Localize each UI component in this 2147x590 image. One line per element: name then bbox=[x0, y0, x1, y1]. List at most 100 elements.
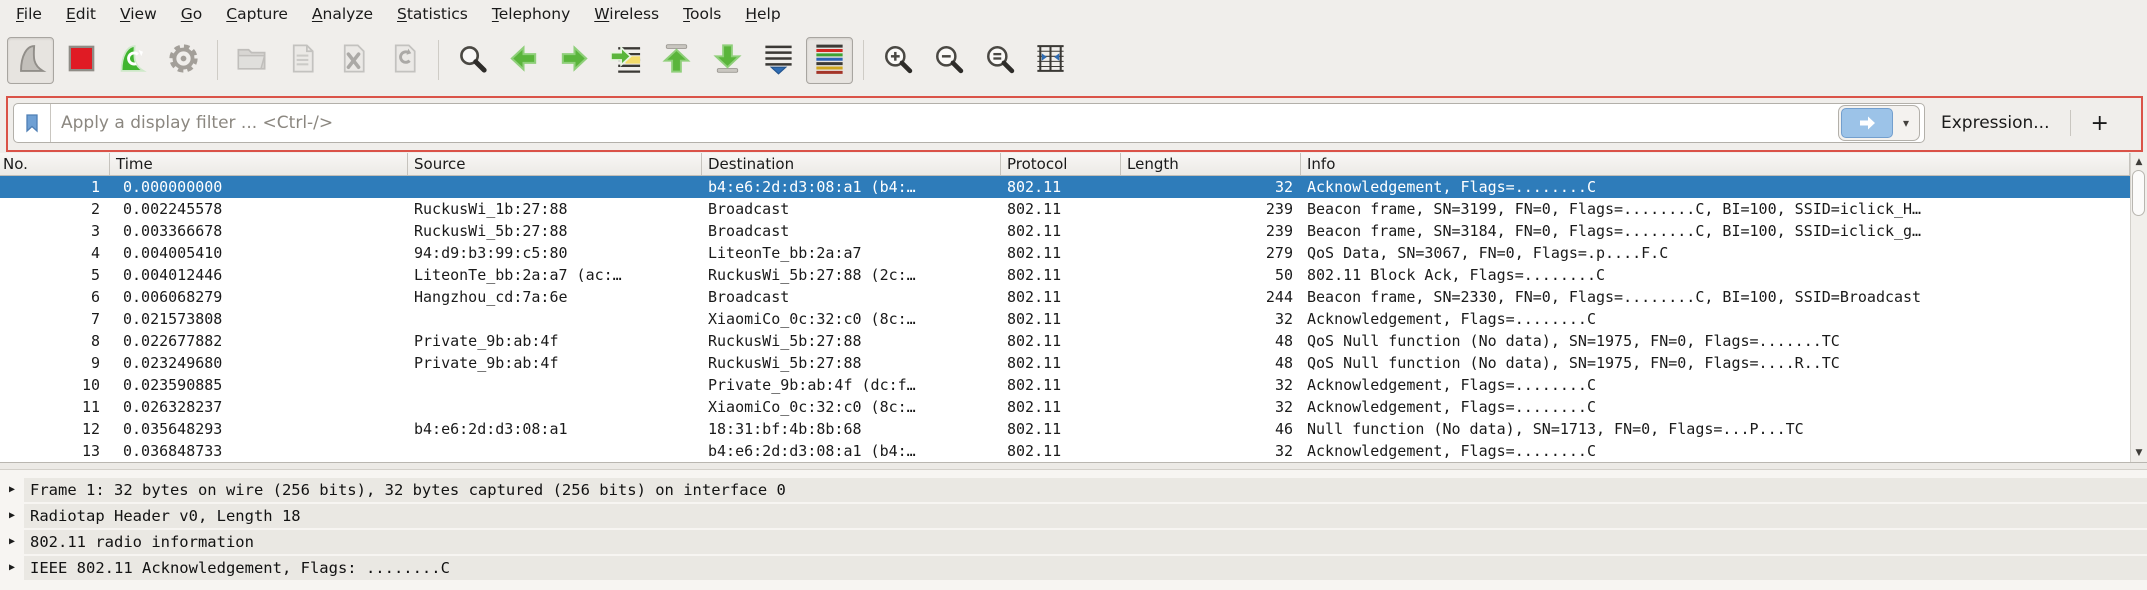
cell-no: 4 bbox=[0, 242, 110, 264]
filter-bookmark-icon[interactable] bbox=[14, 104, 51, 142]
column-header-source[interactable]: Source bbox=[408, 153, 702, 175]
scrollbar-down-arrow-icon[interactable]: ▼ bbox=[2131, 445, 2147, 461]
packet-row-3[interactable]: 30.003366678RuckusWi_5b:27:88Broadcast80… bbox=[0, 220, 2130, 242]
packet-row-13[interactable]: 130.036848733b4:e6:2d:d3:08:a1 (b4:…802.… bbox=[0, 440, 2130, 462]
menu-analyze[interactable]: Analyze bbox=[300, 3, 385, 25]
go-forward-button[interactable] bbox=[551, 37, 598, 84]
cell-source: Private_9b:ab:4f bbox=[408, 352, 702, 374]
colorize-packets-button[interactable] bbox=[806, 37, 853, 84]
menu-telephony[interactable]: Telephony bbox=[480, 3, 582, 25]
auto-scroll-button[interactable] bbox=[755, 37, 802, 84]
cell-destination: XiaomiCo_0c:32:c0 (8c:… bbox=[702, 308, 1001, 330]
detail-row[interactable]: ▶Radiotap Header v0, Length 18 bbox=[0, 504, 2147, 528]
filter-dropdown-caret-icon[interactable]: ▾ bbox=[1893, 116, 1919, 130]
reload-file-button bbox=[381, 37, 428, 84]
cell-no: 3 bbox=[0, 220, 110, 242]
zoom-original-button[interactable] bbox=[976, 37, 1023, 84]
column-header-destination[interactable]: Destination bbox=[702, 153, 1001, 175]
expression-button[interactable]: Expression... bbox=[1925, 113, 2070, 133]
go-to-packet-button[interactable] bbox=[602, 37, 649, 84]
cell-source: Hangzhou_cd:7a:6e bbox=[408, 286, 702, 308]
find-packet-button[interactable] bbox=[449, 37, 496, 84]
zoom-in-button[interactable] bbox=[874, 37, 921, 84]
cell-destination: b4:e6:2d:d3:08:a1 (b4:… bbox=[702, 176, 1001, 198]
packet-row-11[interactable]: 110.026328237XiaomiCo_0c:32:c0 (8c:…802.… bbox=[0, 396, 2130, 418]
column-header-info[interactable]: Info bbox=[1301, 153, 2130, 175]
cell-info: Beacon frame, SN=3184, FN=0, Flags=.....… bbox=[1301, 220, 2130, 242]
cell-protocol: 802.11 bbox=[1001, 176, 1121, 198]
go-back-button[interactable] bbox=[500, 37, 547, 84]
menu-capture[interactable]: Capture bbox=[214, 3, 300, 25]
cell-destination: Private_9b:ab:4f (dc:f… bbox=[702, 374, 1001, 396]
menu-help[interactable]: Help bbox=[733, 3, 792, 25]
start-capture-button[interactable] bbox=[7, 37, 54, 84]
packet-row-10[interactable]: 100.023590885Private_9b:ab:4f (dc:f…802.… bbox=[0, 374, 2130, 396]
packet-row-9[interactable]: 90.023249680Private_9b:ab:4fRuckusWi_5b:… bbox=[0, 352, 2130, 374]
cell-time: 0.004012446 bbox=[110, 264, 408, 286]
packet-row-1[interactable]: 10.000000000b4:e6:2d:d3:08:a1 (b4:…802.1… bbox=[0, 176, 2130, 198]
display-filter-input[interactable]: Apply a display filter ... <Ctrl-/> ▾ bbox=[13, 103, 1925, 143]
stop-capture-button[interactable] bbox=[58, 37, 105, 84]
apply-filter-button[interactable] bbox=[1841, 108, 1893, 138]
cell-source bbox=[408, 396, 702, 418]
menu-wireless[interactable]: Wireless bbox=[582, 3, 671, 25]
cell-info: QoS Null function (No data), SN=1975, FN… bbox=[1301, 330, 2130, 352]
detail-row[interactable]: ▶802.11 radio information bbox=[0, 530, 2147, 554]
detail-row-label: IEEE 802.11 Acknowledgement, Flags: ....… bbox=[24, 556, 2147, 580]
column-header-length[interactable]: Length bbox=[1121, 153, 1301, 175]
expand-arrow-icon[interactable]: ▶ bbox=[0, 504, 24, 528]
detail-row[interactable]: ▶IEEE 802.11 Acknowledgement, Flags: ...… bbox=[0, 556, 2147, 580]
packet-row-5[interactable]: 50.004012446LiteonTe_bb:2a:a7 (ac:…Rucku… bbox=[0, 264, 2130, 286]
cell-time: 0.023249680 bbox=[110, 352, 408, 374]
filter-toolbar: Apply a display filter ... <Ctrl-/> ▾ Ex… bbox=[0, 99, 2147, 147]
restart-capture-button[interactable] bbox=[109, 37, 156, 84]
capture-options-button[interactable] bbox=[160, 37, 207, 84]
cell-time: 0.026328237 bbox=[110, 396, 408, 418]
resize-columns-button[interactable] bbox=[1027, 37, 1074, 84]
apply-filter-group: ▾ bbox=[1838, 105, 1920, 141]
packet-row-8[interactable]: 80.022677882Private_9b:ab:4fRuckusWi_5b:… bbox=[0, 330, 2130, 352]
packet-row-7[interactable]: 70.021573808XiaomiCo_0c:32:c0 (8c:…802.1… bbox=[0, 308, 2130, 330]
expand-arrow-icon[interactable]: ▶ bbox=[0, 530, 24, 554]
start-capture-icon bbox=[13, 41, 48, 80]
scrollbar-thumb[interactable] bbox=[2132, 170, 2145, 216]
column-header-no[interactable]: No. bbox=[0, 153, 110, 175]
main-toolbar bbox=[0, 27, 2147, 93]
add-filter-button[interactable]: + bbox=[2071, 111, 2129, 136]
menu-go[interactable]: Go bbox=[169, 3, 215, 25]
resize-columns-icon bbox=[1033, 41, 1068, 80]
column-header-protocol[interactable]: Protocol bbox=[1001, 153, 1121, 175]
cell-destination: Broadcast bbox=[702, 198, 1001, 220]
cell-time: 0.000000000 bbox=[110, 176, 408, 198]
cell-source: Private_9b:ab:4f bbox=[408, 330, 702, 352]
cell-source: b4:e6:2d:d3:08:a1 bbox=[408, 418, 702, 440]
cell-source: 94:d9:b3:99:c5:80 bbox=[408, 242, 702, 264]
packet-row-2[interactable]: 20.002245578RuckusWi_1b:27:88Broadcast80… bbox=[0, 198, 2130, 220]
cell-length: 32 bbox=[1121, 176, 1301, 198]
packet-list-scrollbar[interactable]: ▲ ▼ bbox=[2130, 153, 2147, 462]
packet-row-4[interactable]: 40.00400541094:d9:b3:99:c5:80LiteonTe_bb… bbox=[0, 242, 2130, 264]
zoom-out-icon bbox=[931, 41, 966, 80]
expand-arrow-icon[interactable]: ▶ bbox=[0, 478, 24, 502]
scrollbar-up-arrow-icon[interactable]: ▲ bbox=[2131, 154, 2147, 170]
menu-statistics[interactable]: Statistics bbox=[385, 3, 480, 25]
menu-file[interactable]: File bbox=[4, 3, 54, 25]
go-last-packet-button[interactable] bbox=[704, 37, 751, 84]
packet-row-6[interactable]: 60.006068279Hangzhou_cd:7a:6eBroadcast80… bbox=[0, 286, 2130, 308]
cell-source: LiteonTe_bb:2a:a7 (ac:… bbox=[408, 264, 702, 286]
detail-row[interactable]: ▶Frame 1: 32 bytes on wire (256 bits), 3… bbox=[0, 478, 2147, 502]
menu-tools[interactable]: Tools bbox=[671, 3, 733, 25]
go-first-packet-button[interactable] bbox=[653, 37, 700, 84]
cell-length: 48 bbox=[1121, 352, 1301, 374]
cell-info: Null function (No data), SN=1713, FN=0, … bbox=[1301, 418, 2130, 440]
save-file-icon bbox=[285, 41, 320, 80]
packet-row-12[interactable]: 120.035648293b4:e6:2d:d3:08:a118:31:bf:4… bbox=[0, 418, 2130, 440]
column-header-time[interactable]: Time bbox=[110, 153, 408, 175]
cell-protocol: 802.11 bbox=[1001, 264, 1121, 286]
cell-time: 0.035648293 bbox=[110, 418, 408, 440]
menu-view[interactable]: View bbox=[108, 3, 169, 25]
menu-edit[interactable]: Edit bbox=[54, 3, 108, 25]
pane-splitter[interactable] bbox=[0, 462, 2147, 470]
zoom-out-button[interactable] bbox=[925, 37, 972, 84]
expand-arrow-icon[interactable]: ▶ bbox=[0, 556, 24, 580]
